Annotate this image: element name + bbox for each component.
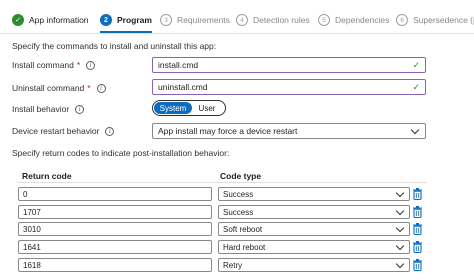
step-detection-rules[interactable]: 4 Detection rules: [236, 13, 310, 27]
return-code-input[interactable]: 1707: [18, 205, 212, 219]
delete-icon[interactable]: [413, 241, 422, 253]
wizard-steps: ✓ App information 2 Program 3 Requiremen…: [0, 0, 474, 34]
code-type-dropdown[interactable]: Success: [218, 205, 410, 219]
return-code-input[interactable]: 1618: [18, 258, 212, 272]
toggle-option-system[interactable]: System: [154, 102, 192, 114]
step-app-information[interactable]: ✓ App information: [12, 13, 89, 27]
code-type-dropdown[interactable]: Hard reboot: [218, 240, 410, 254]
step-supersedence[interactable]: 6 Supersedence (prev: [396, 13, 474, 27]
step-number: 2: [100, 14, 112, 26]
chevron-down-icon: [395, 206, 405, 215]
program-page: ✓ App information 2 Program 3 Requiremen…: [0, 0, 474, 280]
install-command-input[interactable]: install.cmd ✓: [152, 57, 426, 73]
step-number: 3: [160, 14, 172, 26]
info-icon[interactable]: i: [86, 60, 96, 70]
step-number: 5: [318, 14, 330, 26]
required-mark: *: [87, 83, 91, 93]
valid-check-icon: ✓: [412, 81, 420, 92]
return-codes-instruction: Specify return codes to indicate post-in…: [12, 148, 230, 158]
step-label: Requirements: [177, 15, 230, 25]
uninstall-command-label: Uninstall command * i: [12, 83, 106, 93]
step-label: Program: [117, 15, 152, 25]
chevron-down-icon: [395, 188, 405, 197]
delete-icon[interactable]: [413, 259, 422, 271]
active-step-indicator: [100, 31, 152, 33]
code-type-header: Code type: [220, 171, 262, 181]
code-type-dropdown[interactable]: Soft reboot: [218, 222, 410, 236]
instruction-text: Specify the commands to install and unin…: [12, 41, 217, 51]
return-code-input[interactable]: 0: [18, 187, 212, 201]
delete-icon[interactable]: [413, 223, 422, 235]
step-label: App information: [29, 15, 89, 25]
header-divider: [17, 182, 427, 183]
install-behavior-toggle[interactable]: System User: [152, 100, 226, 116]
return-code-input[interactable]: 1641: [18, 240, 212, 254]
restart-behavior-dropdown[interactable]: App install may force a device restart: [152, 123, 426, 139]
info-icon[interactable]: i: [75, 104, 85, 114]
valid-check-icon: ✓: [412, 59, 420, 70]
check-icon: ✓: [12, 14, 24, 26]
code-type-dropdown[interactable]: Retry: [218, 258, 410, 272]
code-type-dropdown[interactable]: Success: [218, 187, 410, 201]
install-command-value: install.cmd: [158, 60, 199, 70]
step-label: Detection rules: [253, 15, 310, 25]
install-command-label: Install command * i: [12, 60, 96, 70]
chevron-down-icon: [410, 125, 420, 134]
step-label: Dependencies: [335, 15, 390, 25]
install-behavior-label: Install behavior i: [12, 104, 85, 114]
chevron-down-icon: [395, 241, 405, 250]
chevron-down-icon: [395, 259, 405, 268]
delete-icon[interactable]: [413, 188, 422, 200]
step-dependencies[interactable]: 5 Dependencies: [318, 13, 389, 27]
return-code-header: Return code: [22, 171, 72, 181]
step-label: Supersedence (prev: [413, 15, 474, 25]
info-icon[interactable]: i: [105, 126, 115, 136]
chevron-down-icon: [395, 223, 405, 232]
return-code-input[interactable]: 3010: [18, 222, 212, 236]
step-requirements[interactable]: 3 Requirements: [160, 13, 230, 27]
required-mark: *: [76, 60, 81, 70]
delete-icon[interactable]: [413, 206, 422, 218]
restart-behavior-value: App install may force a device restart: [158, 126, 298, 136]
restart-behavior-label: Device restart behavior i: [12, 126, 115, 136]
toggle-option-user[interactable]: User: [192, 102, 222, 114]
step-program[interactable]: 2 Program: [100, 13, 152, 27]
info-icon[interactable]: i: [96, 83, 106, 93]
step-number: 6: [396, 14, 408, 26]
uninstall-command-value: uninstall.cmd: [158, 82, 208, 92]
uninstall-command-input[interactable]: uninstall.cmd ✓: [152, 79, 426, 95]
step-number: 4: [236, 14, 248, 26]
